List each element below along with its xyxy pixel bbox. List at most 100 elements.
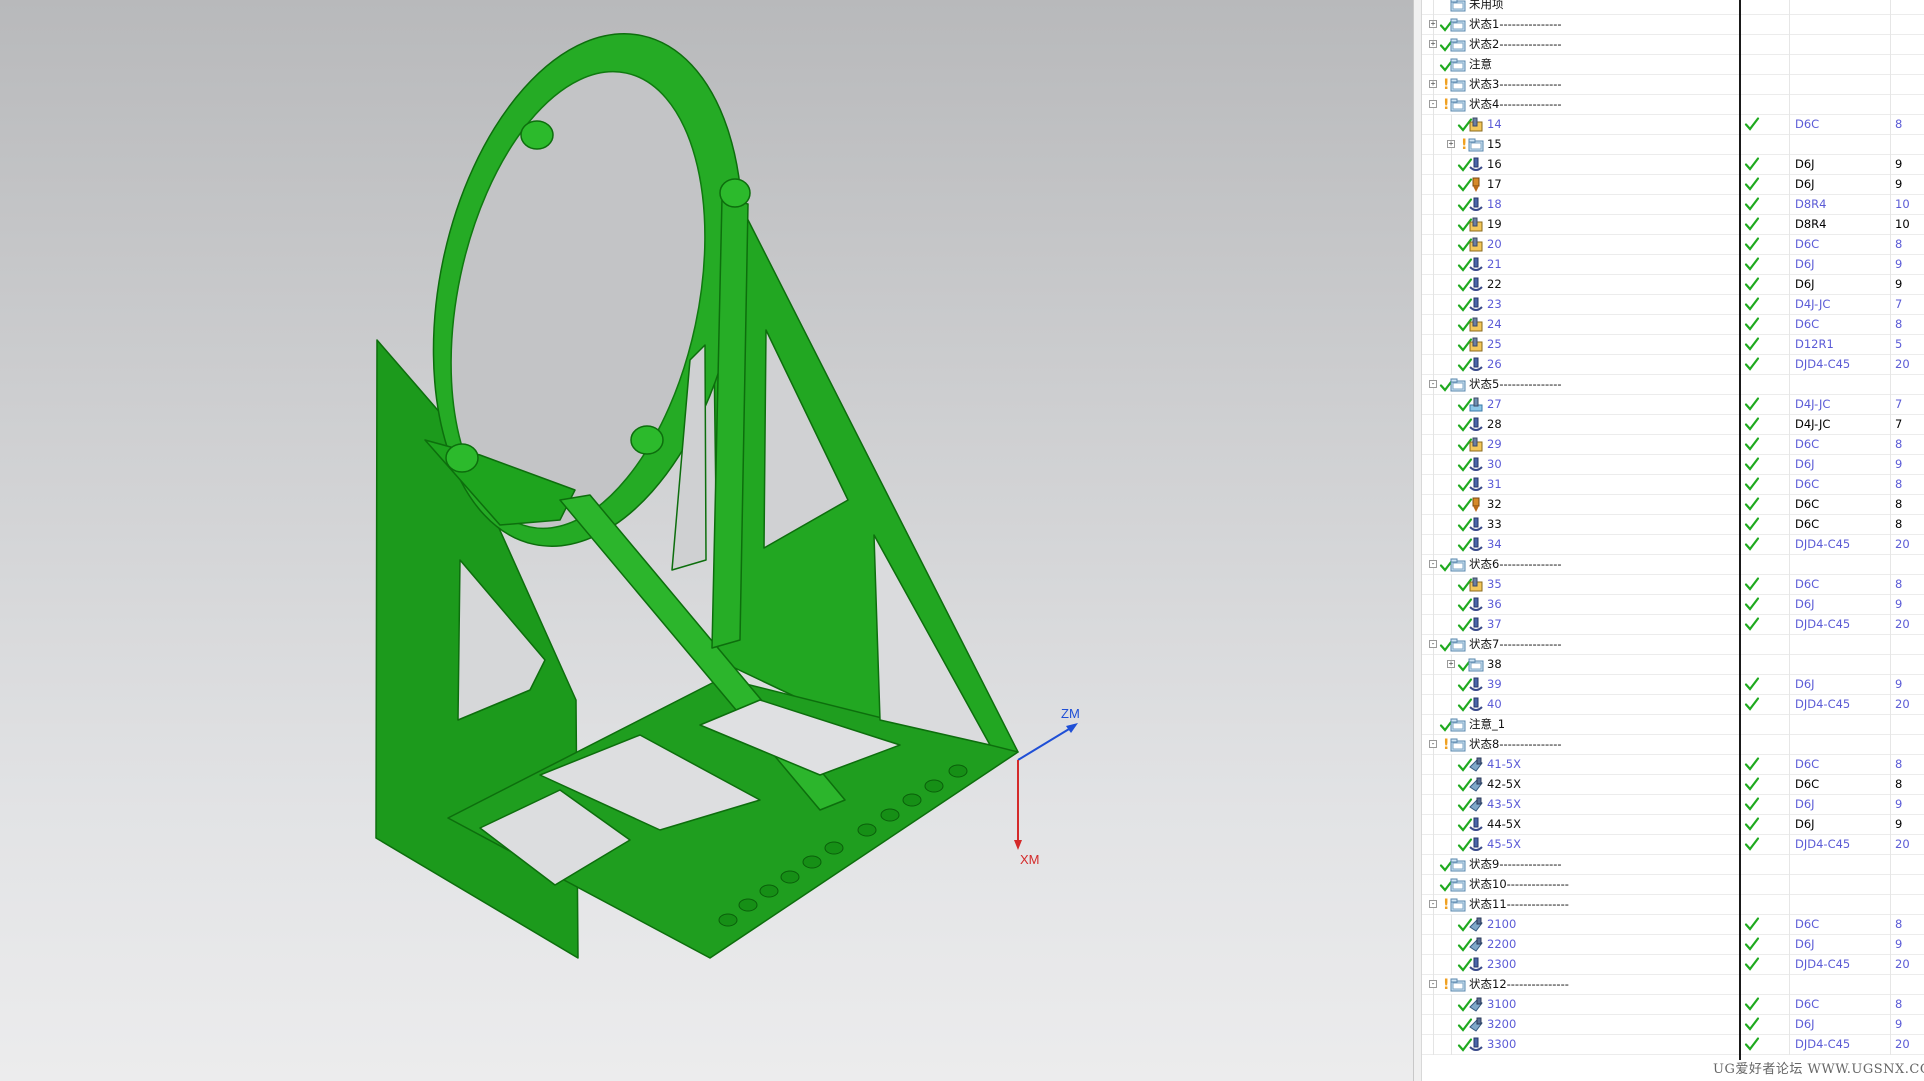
tree-group-row[interactable]: 注意_1 bbox=[1422, 715, 1924, 735]
expand-icon[interactable]: + bbox=[1429, 40, 1437, 48]
tree-operation-row[interactable]: 41-5X D6C 8 bbox=[1422, 755, 1924, 775]
column-grid-line bbox=[1890, 15, 1891, 35]
tool-name-cell: D6J bbox=[1795, 277, 1815, 291]
tool-number-cell: 7 bbox=[1895, 397, 1903, 411]
tree-group-row[interactable]: - 状态7--------------- bbox=[1422, 635, 1924, 655]
row-name: 16 bbox=[1487, 157, 1502, 171]
tree-operation-row[interactable]: 19 D8R4 10 bbox=[1422, 215, 1924, 235]
tree-operation-row[interactable]: 34 DJD4-C45 20 bbox=[1422, 535, 1924, 555]
tree-group-row[interactable]: 未用项 bbox=[1422, 0, 1924, 15]
collapse-icon[interactable]: - bbox=[1429, 640, 1437, 648]
collapse-icon[interactable]: - bbox=[1429, 740, 1437, 748]
tree-operation-row[interactable]: +38 bbox=[1422, 655, 1924, 675]
tree-operation-row[interactable]: 22 D6J 9 bbox=[1422, 275, 1924, 295]
tree-guide-line bbox=[1433, 235, 1434, 255]
tree-operation-row[interactable]: 40 DJD4-C45 20 bbox=[1422, 695, 1924, 715]
column-grid-line bbox=[1789, 555, 1790, 575]
check-icon bbox=[1744, 1037, 1760, 1051]
collapse-icon[interactable]: - bbox=[1429, 100, 1437, 108]
tree-operation-row[interactable]: 2100 D6C 8 bbox=[1422, 915, 1924, 935]
tree-group-row[interactable]: 注意 bbox=[1422, 55, 1924, 75]
tree-operation-row[interactable]: 23 D4J-JC 7 bbox=[1422, 295, 1924, 315]
path-generated-icon bbox=[1744, 536, 1762, 554]
tool-name-cell: D4J-JC bbox=[1795, 397, 1831, 411]
tree-group-row[interactable]: + 状态1--------------- bbox=[1422, 15, 1924, 35]
tree-guide-line bbox=[1433, 875, 1434, 895]
tree-operation-row[interactable]: 17 D6J 9 bbox=[1422, 175, 1924, 195]
tree-operation-row[interactable]: 29 D6C 8 bbox=[1422, 435, 1924, 455]
tree-group-row[interactable]: - 状态5--------------- bbox=[1422, 375, 1924, 395]
column-divider[interactable] bbox=[1739, 0, 1741, 1060]
collapse-icon[interactable]: - bbox=[1429, 900, 1437, 908]
tree-operation-row[interactable]: 24 D6C 8 bbox=[1422, 315, 1924, 335]
tree-operation-row[interactable]: 18 D8R4 10 bbox=[1422, 195, 1924, 215]
zlevel-icon bbox=[1468, 257, 1484, 273]
tree-group-row[interactable]: -! 状态4--------------- bbox=[1422, 95, 1924, 115]
tree-operation-row[interactable]: 2200 D6J 9 bbox=[1422, 935, 1924, 955]
tree-group-row[interactable]: + 状态2--------------- bbox=[1422, 35, 1924, 55]
row-name: 状态10--------------- bbox=[1469, 877, 1569, 891]
tree-operation-row[interactable]: 30 D6J 9 bbox=[1422, 455, 1924, 475]
collapse-icon[interactable]: - bbox=[1429, 980, 1437, 988]
expand-icon[interactable]: + bbox=[1447, 140, 1455, 148]
tree-operation-row[interactable]: 14 D6C 8 bbox=[1422, 115, 1924, 135]
tree-guide-line bbox=[1451, 235, 1452, 255]
tree-guide-line bbox=[1451, 515, 1452, 535]
column-grid-line bbox=[1890, 135, 1891, 155]
graphics-viewport[interactable]: ZM XM bbox=[0, 0, 1413, 1081]
tree-guide-line bbox=[1451, 695, 1452, 715]
tree-operation-row[interactable]: 37 DJD4-C45 20 bbox=[1422, 615, 1924, 635]
expand-icon[interactable]: + bbox=[1429, 80, 1437, 88]
row-name: 32 bbox=[1487, 497, 1502, 511]
tree-operation-row[interactable]: 25 D12R1 5 bbox=[1422, 335, 1924, 355]
tree-operation-row[interactable]: 28 D4J-JC 7 bbox=[1422, 415, 1924, 435]
tree-operation-row[interactable]: 32 D6C 8 bbox=[1422, 495, 1924, 515]
tree-guide-line bbox=[1433, 755, 1434, 775]
tree-operation-row[interactable]: 16 D6J 9 bbox=[1422, 155, 1924, 175]
panel-splitter[interactable] bbox=[1413, 0, 1422, 1081]
tree-group-row[interactable]: 状态9--------------- bbox=[1422, 855, 1924, 875]
tree-group-row[interactable]: 状态10--------------- bbox=[1422, 875, 1924, 895]
collapse-icon[interactable]: - bbox=[1429, 380, 1437, 388]
tree-operation-row[interactable]: +! 15 bbox=[1422, 135, 1924, 155]
column-grid-line bbox=[1890, 875, 1891, 895]
tree-group-row[interactable]: - 状态6--------------- bbox=[1422, 555, 1924, 575]
tree-operation-row[interactable]: 20 D6C 8 bbox=[1422, 235, 1924, 255]
tree-group-row[interactable]: +! 状态3--------------- bbox=[1422, 75, 1924, 95]
expand-icon[interactable]: + bbox=[1447, 660, 1455, 668]
tree-guide-line bbox=[1451, 355, 1452, 375]
row-name: 2100 bbox=[1487, 917, 1517, 931]
column-grid-line bbox=[1789, 835, 1790, 855]
tool-name-cell: DJD4-C45 bbox=[1795, 957, 1851, 971]
column-grid-line bbox=[1789, 495, 1790, 515]
collapse-icon[interactable]: - bbox=[1429, 560, 1437, 568]
5axis-icon bbox=[1468, 917, 1484, 933]
tool-name-cell: D6J bbox=[1795, 157, 1815, 171]
tree-operation-row[interactable]: 21 D6J 9 bbox=[1422, 255, 1924, 275]
tree-group-row[interactable]: -! 状态8--------------- bbox=[1422, 735, 1924, 755]
tree-guide-line bbox=[1433, 915, 1434, 935]
tree-operation-row[interactable]: 44-5X D6J 9 bbox=[1422, 815, 1924, 835]
tool-number-cell: 9 bbox=[1895, 677, 1903, 691]
tree-operation-row[interactable]: 26 DJD4-C45 20 bbox=[1422, 355, 1924, 375]
row-name: 状态11--------------- bbox=[1469, 897, 1569, 911]
tree-group-row[interactable]: -! 状态11--------------- bbox=[1422, 895, 1924, 915]
tree-operation-row[interactable]: 36 D6J 9 bbox=[1422, 595, 1924, 615]
tree-operation-row[interactable]: 2300 DJD4-C45 20 bbox=[1422, 955, 1924, 975]
tree-operation-row[interactable]: 27 D4J-JC 7 bbox=[1422, 395, 1924, 415]
tree-operation-row[interactable]: 3300 DJD4-C45 20 bbox=[1422, 1035, 1924, 1055]
column-grid-line bbox=[1789, 15, 1790, 35]
tree-operation-row[interactable]: 33 D6C 8 bbox=[1422, 515, 1924, 535]
row-name: 未用项 bbox=[1469, 0, 1504, 11]
expand-icon[interactable]: + bbox=[1429, 20, 1437, 28]
tree-group-row[interactable]: -! 状态12--------------- bbox=[1422, 975, 1924, 995]
tree-operation-row[interactable]: 42-5X D6C 8 bbox=[1422, 775, 1924, 795]
tree-operation-row[interactable]: 3200 D6J 9 bbox=[1422, 1015, 1924, 1035]
tree-operation-row[interactable]: 39 D6J 9 bbox=[1422, 675, 1924, 695]
tree-operation-row[interactable]: 31 D6C 8 bbox=[1422, 475, 1924, 495]
tree-operation-row[interactable]: 35 D6C 8 bbox=[1422, 575, 1924, 595]
path-generated-icon bbox=[1744, 956, 1762, 974]
tree-operation-row[interactable]: 45-5X DJD4-C45 20 bbox=[1422, 835, 1924, 855]
tree-operation-row[interactable]: 3100 D6C 8 bbox=[1422, 995, 1924, 1015]
tree-operation-row[interactable]: 43-5X D6J 9 bbox=[1422, 795, 1924, 815]
